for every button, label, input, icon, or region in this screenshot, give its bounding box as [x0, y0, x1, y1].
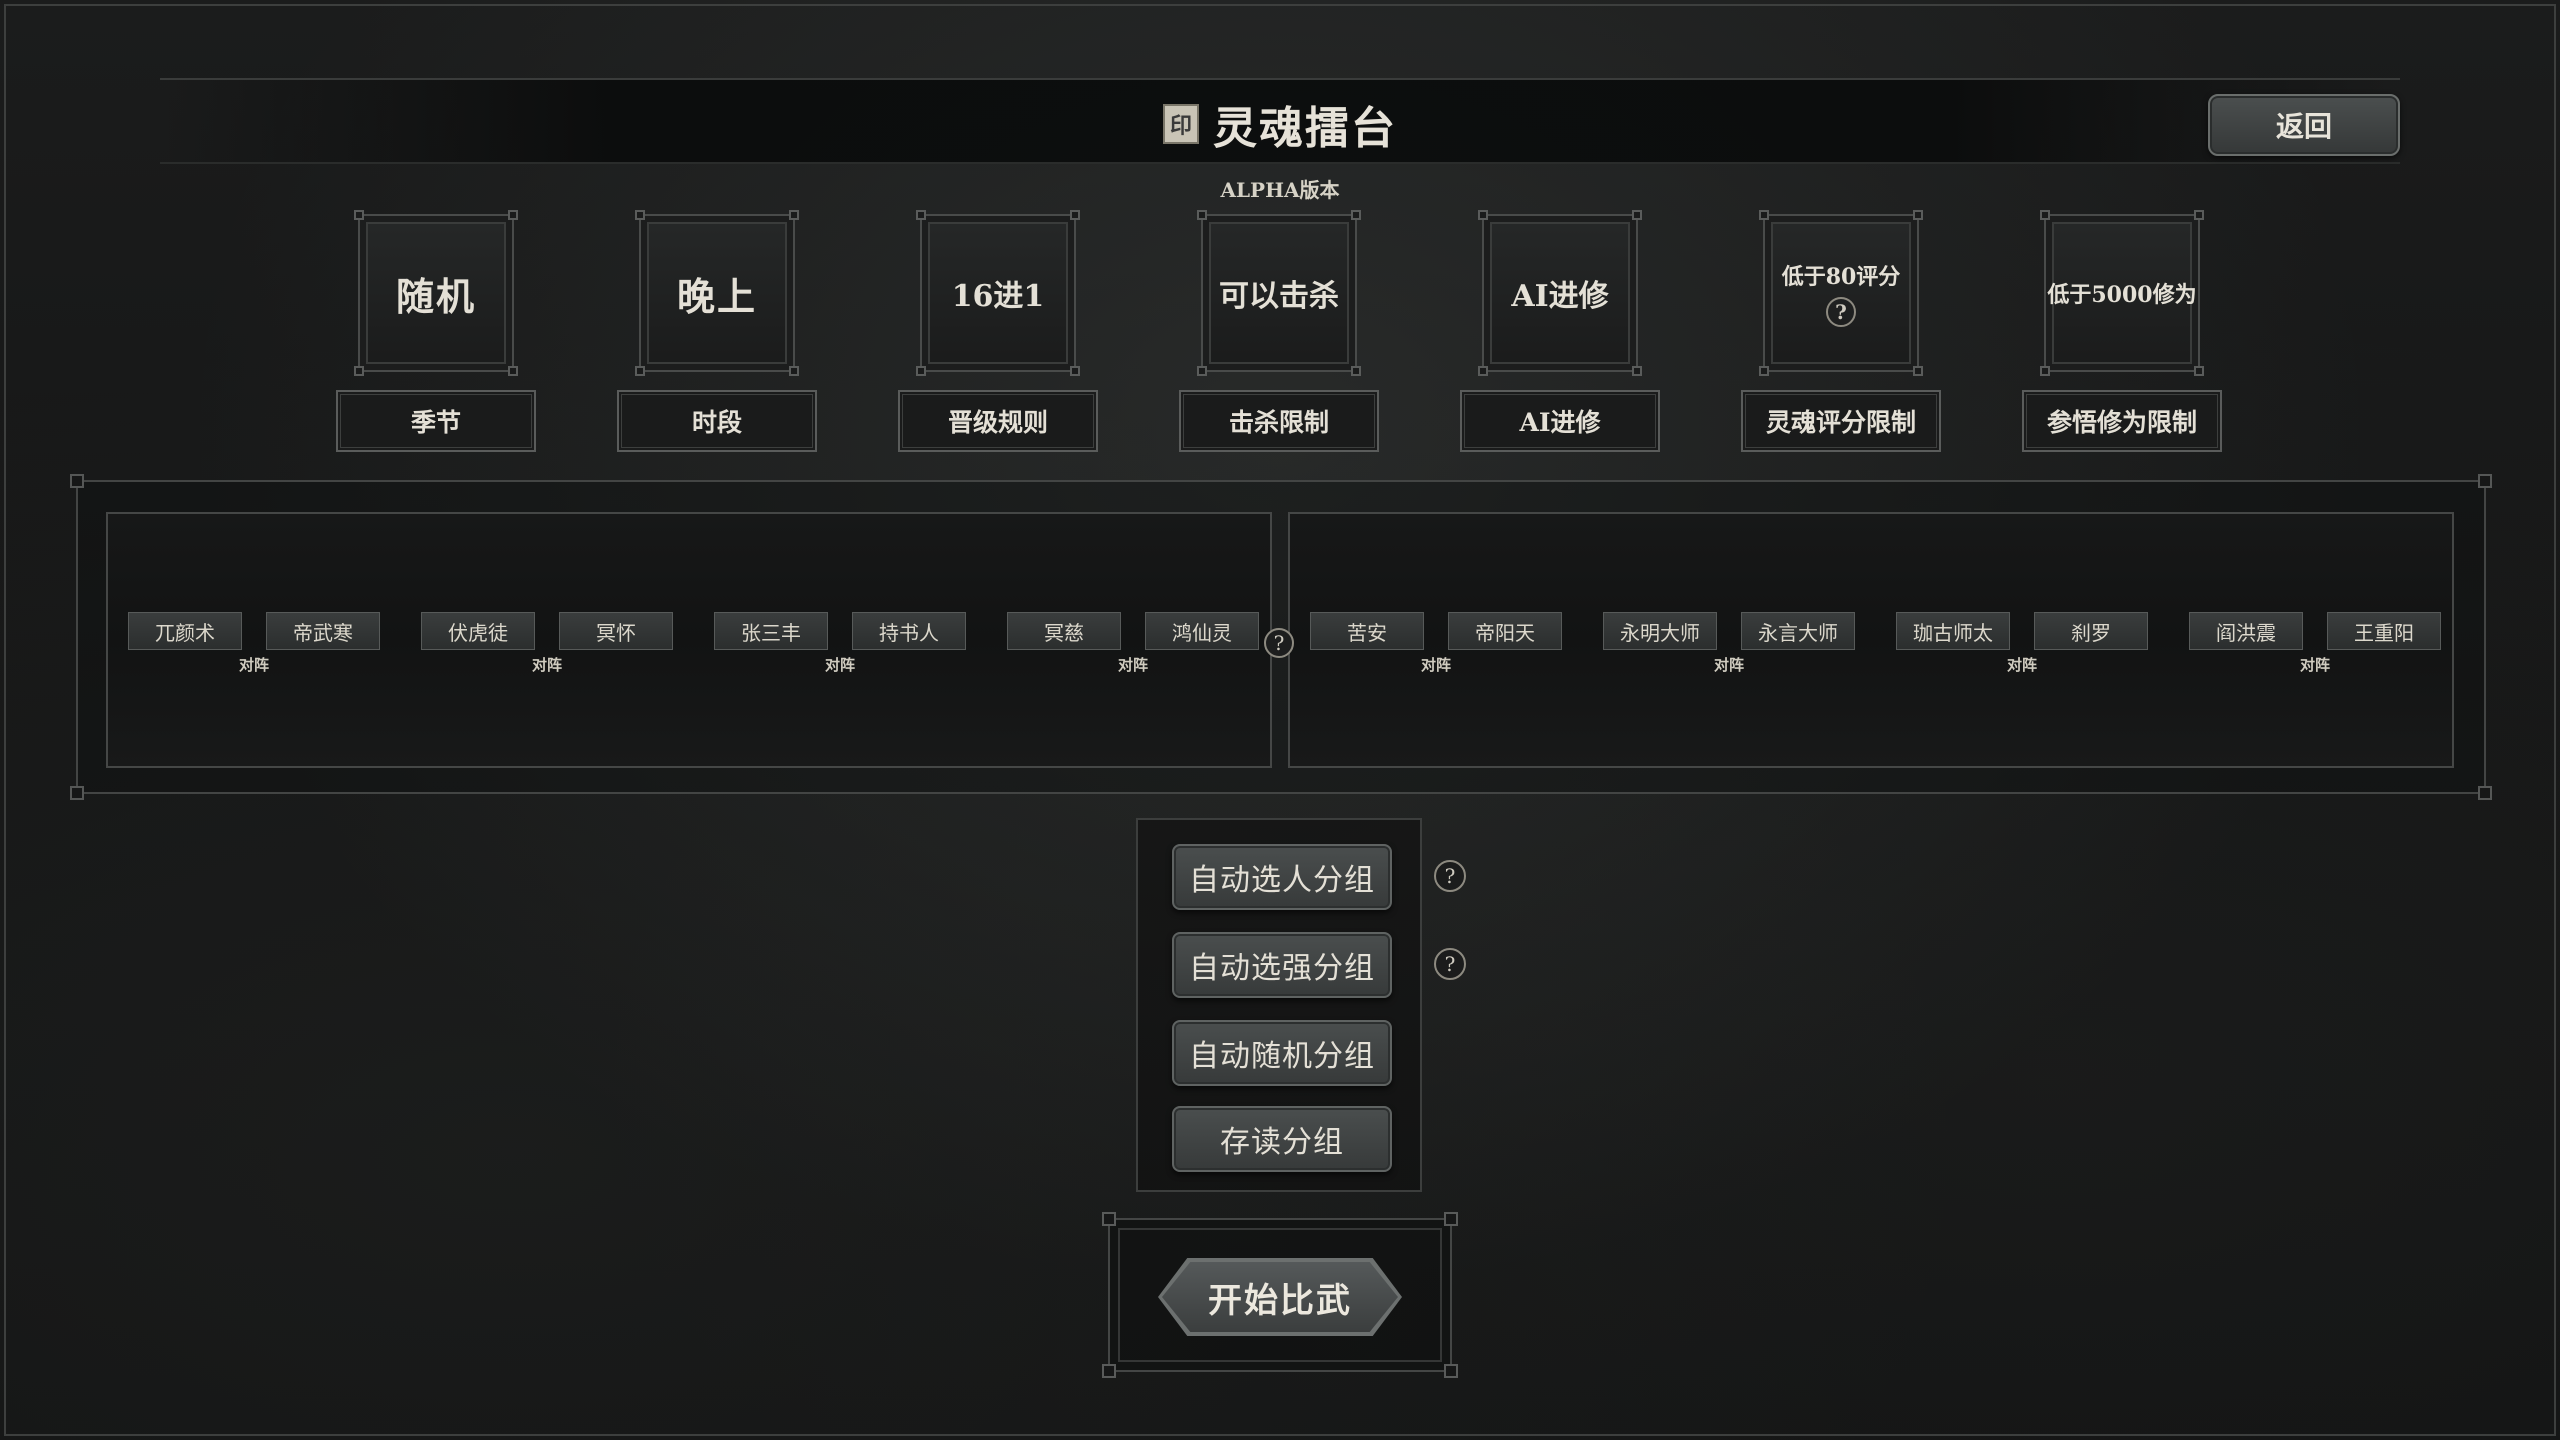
fighter-slot[interactable]: 冥慈 — [1007, 612, 1121, 650]
setting-time-value: 晚上 — [676, 273, 757, 319]
setting-season-value-box[interactable]: 随机 — [354, 210, 518, 376]
setting-season-label: 季节 — [336, 390, 536, 452]
setting-ai: AI进修 AI进修 — [1442, 210, 1660, 454]
auto-strong-group-button[interactable]: 自动选强分组 — [1172, 932, 1392, 998]
help-icon[interactable]: ? — [1826, 297, 1856, 327]
start-match-button[interactable]: 开始比武 — [1162, 1262, 1398, 1332]
setting-season: 随机 季节 — [318, 210, 536, 454]
start-panel: 开始比武 — [1102, 1212, 1458, 1378]
setting-kill-value-box[interactable]: 可以击杀 — [1197, 210, 1361, 376]
match-card: 苦安 帝阳天 对阵 — [1302, 612, 1566, 682]
match-card: 阎洪震 王重阳 对阵 — [2181, 612, 2445, 682]
setting-promotion-value: 16进1 — [951, 279, 1045, 314]
vs-label: 对阵 — [1420, 656, 1451, 674]
page-header: 印 灵魂擂台 — [0, 92, 2560, 156]
auto-select-help-icon[interactable]: ? — [1434, 860, 1466, 892]
setting-kill-value: 可以击杀 — [1219, 279, 1339, 314]
setting-season-value: 随机 — [395, 273, 476, 319]
setting-ai-value-box[interactable]: AI进修 — [1478, 210, 1642, 376]
version-label: ALPHA版本 — [1220, 178, 1340, 202]
setting-soul-score-label: 灵魂评分限制 — [1741, 390, 1941, 452]
group-panel: 自动选人分组 自动选强分组 自动随机分组 存读分组 — [1136, 818, 1422, 1192]
match-card: 伏虎徒 冥怀 对阵 — [413, 612, 677, 682]
auto-random-group-button[interactable]: 自动随机分组 — [1172, 1020, 1392, 1086]
setting-kill-label: 击杀限制 — [1179, 390, 1379, 452]
setting-soul-score: 低于80评分 ? 灵魂评分限制 — [1723, 210, 1941, 454]
page-title: 灵魂擂台 — [1213, 103, 1397, 154]
setting-soul-score-value: 低于80评分 — [1781, 264, 1901, 290]
match-card: 冥慈 鸿仙灵 对阵 — [999, 612, 1263, 682]
settings-row: 随机 季节 晚上 时段 16进1 晋级规则 可以击杀 击杀限制 AI进修 AI进… — [0, 210, 2560, 454]
setting-promotion-value-box[interactable]: 16进1 — [916, 210, 1080, 376]
vs-label: 对阵 — [531, 656, 562, 674]
seal-icon: 印 — [1163, 104, 1199, 144]
auto-select-group-button[interactable]: 自动选人分组 — [1172, 844, 1392, 910]
fighter-slot[interactable]: 伏虎徒 — [421, 612, 535, 650]
vs-label: 对阵 — [2006, 656, 2037, 674]
setting-time-label: 时段 — [617, 390, 817, 452]
setting-ai-label: AI进修 — [1460, 390, 1660, 452]
vs-label: 对阵 — [1117, 656, 1148, 674]
setting-promotion-label: 晋级规则 — [898, 390, 1098, 452]
vs-label: 对阵 — [824, 656, 855, 674]
fighter-slot[interactable]: 永言大师 — [1741, 612, 1855, 650]
setting-ai-value: AI进修 — [1511, 279, 1609, 314]
bracket-help-icon[interactable]: ? — [1264, 628, 1294, 658]
vs-label: 对阵 — [2299, 656, 2330, 674]
auto-strong-help-icon[interactable]: ? — [1434, 948, 1466, 980]
back-button[interactable]: 返回 — [2208, 94, 2400, 156]
fighter-slot[interactable]: 帝武寒 — [266, 612, 380, 650]
match-card: 张三丰 持书人 对阵 — [706, 612, 970, 682]
save-load-group-button[interactable]: 存读分组 — [1172, 1106, 1392, 1172]
fighter-slot[interactable]: 王重阳 — [2327, 612, 2441, 650]
setting-cultivation-value: 低于5000修为 — [2047, 282, 2197, 308]
vs-label: 对阵 — [1713, 656, 1744, 674]
setting-promotion: 16进1 晋级规则 — [880, 210, 1098, 454]
setting-cultivation-label: 参悟修为限制 — [2022, 390, 2222, 452]
fighter-slot[interactable]: 兀颜术 — [128, 612, 242, 650]
fighter-slot[interactable]: 帝阳天 — [1448, 612, 1562, 650]
fighter-slot[interactable]: 张三丰 — [714, 612, 828, 650]
fighter-slot[interactable]: 刹罗 — [2034, 612, 2148, 650]
setting-time-value-box[interactable]: 晚上 — [635, 210, 799, 376]
vs-label: 对阵 — [238, 656, 269, 674]
fighter-slot[interactable]: 鸿仙灵 — [1145, 612, 1259, 650]
match-card: 永明大师 永言大师 对阵 — [1595, 612, 1859, 682]
fighter-slot[interactable]: 苦安 — [1310, 612, 1424, 650]
setting-kill: 可以击杀 击杀限制 — [1161, 210, 1379, 454]
setting-cultivation-value-box[interactable]: 低于5000修为 — [2040, 210, 2204, 376]
match-card: 兀颜术 帝武寒 对阵 — [120, 612, 384, 682]
setting-cultivation: 低于5000修为 参悟修为限制 — [2004, 210, 2222, 454]
setting-soul-score-value-box[interactable]: 低于80评分 ? — [1759, 210, 1923, 376]
setting-time: 晚上 时段 — [599, 210, 817, 454]
bracket-left: 兀颜术 帝武寒 对阵 伏虎徒 冥怀 对阵 张三丰 持书人 对阵 冥慈 鸿仙灵 对… — [106, 512, 1272, 768]
fighter-slot[interactable]: 持书人 — [852, 612, 966, 650]
bracket-right: 苦安 帝阳天 对阵 永明大师 永言大师 对阵 珈古师太 刹罗 对阵 阎洪震 王重… — [1288, 512, 2454, 768]
fighter-slot[interactable]: 珈古师太 — [1896, 612, 2010, 650]
fighter-slot[interactable]: 冥怀 — [559, 612, 673, 650]
fighter-slot[interactable]: 永明大师 — [1603, 612, 1717, 650]
match-card: 珈古师太 刹罗 对阵 — [1888, 612, 2152, 682]
fighter-slot[interactable]: 阎洪震 — [2189, 612, 2303, 650]
